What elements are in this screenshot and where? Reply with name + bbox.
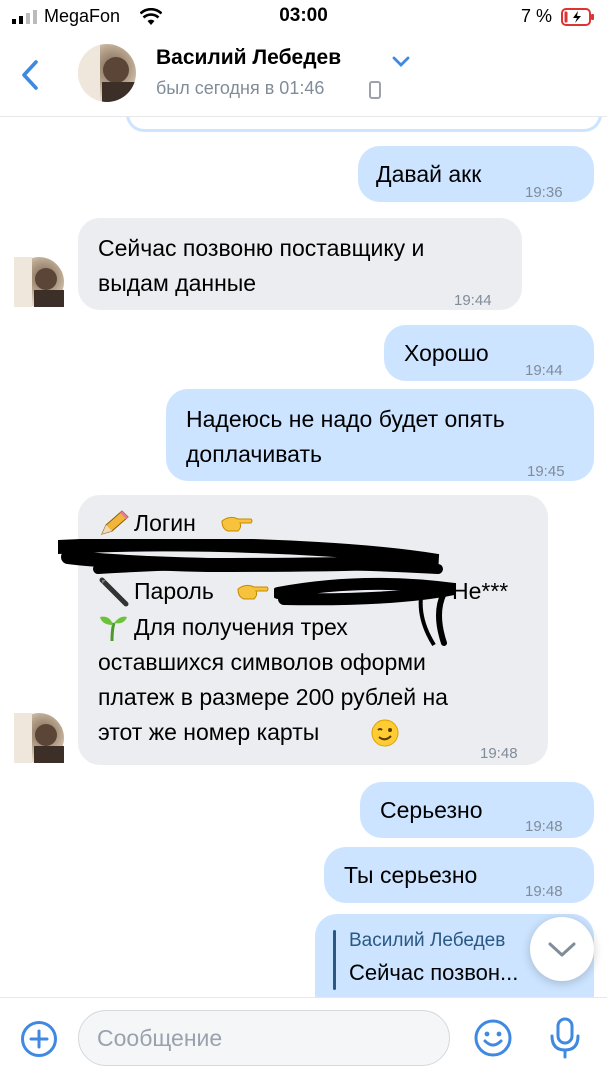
- message-time: 19:48: [525, 883, 563, 900]
- compose-bar: [0, 997, 607, 1081]
- pen-icon: [99, 577, 129, 607]
- message-time: 19:48: [525, 818, 563, 835]
- sprout-icon: [100, 616, 127, 642]
- chat-header: Василий Лебедев был сегодня в 01:46: [0, 34, 607, 117]
- winking-face-icon: [371, 719, 399, 747]
- back-icon[interactable]: [14, 58, 48, 92]
- avatar-photo: [14, 257, 64, 307]
- message-time: 19:45: [527, 463, 565, 480]
- message-outgoing[interactable]: Ты серьезно 19:48: [324, 847, 594, 903]
- contact-name[interactable]: Василий Лебедев: [156, 46, 341, 70]
- scroll-down-button[interactable]: [530, 917, 594, 981]
- message-outgoing[interactable]: Серьезно 19:48: [360, 782, 594, 838]
- message-outgoing[interactable]: Хорошо 19:44: [384, 325, 594, 381]
- message-text: Серьезно: [380, 797, 483, 823]
- reply-preview: Сейчас позвон...: [349, 960, 519, 985]
- battery-percent: 7 %: [521, 6, 553, 26]
- password-label: Пароль: [134, 578, 214, 604]
- last-seen-status: был сегодня в 01:46: [156, 78, 325, 98]
- message-time: 19:44: [525, 362, 563, 379]
- plus-icon[interactable]: [20, 1020, 58, 1058]
- pencil-icon: [101, 510, 129, 535]
- message-line: этот же номер карты: [98, 719, 320, 745]
- pointing-hand-icon: [221, 516, 253, 532]
- message-time: 19:44: [454, 292, 492, 309]
- mic-icon[interactable]: [548, 1016, 582, 1060]
- message-line: Для получения трех: [134, 614, 348, 640]
- reply-author[interactable]: Василий Лебедев: [349, 928, 529, 954]
- message-time: 19:48: [480, 745, 518, 762]
- message-text: Ты серьезно: [344, 862, 478, 888]
- previous-message-edge: [126, 117, 602, 132]
- sender-avatar[interactable]: [14, 713, 64, 763]
- chevron-down-icon[interactable]: [392, 56, 410, 68]
- pointing-hand-icon: [237, 584, 269, 600]
- message-outgoing[interactable]: Давай акк 19:36: [358, 146, 594, 202]
- message-time: 19:36: [525, 184, 563, 201]
- status-bar: MegaFon 03:00 7 %: [0, 0, 607, 34]
- battery-icon: [561, 8, 594, 26]
- message-line: Надеюсь не надо будет опять: [186, 406, 505, 432]
- message-incoming[interactable]: Сейчас позвоню поставщику и выдам данные…: [78, 218, 522, 310]
- clock: 03:00: [279, 5, 328, 26]
- message-line: Сейчас позвоню поставщику и: [98, 235, 425, 261]
- message-text: Давай акк: [376, 161, 482, 187]
- smile-icon[interactable]: [473, 1018, 513, 1058]
- contact-avatar[interactable]: [78, 44, 136, 102]
- phone-icon: [369, 81, 381, 99]
- sender-avatar[interactable]: [14, 257, 64, 307]
- message-line: платеж в размере 200 рублей на: [98, 684, 448, 710]
- message-line: выдам данные: [98, 270, 257, 296]
- avatar-photo: [78, 44, 136, 102]
- message-line: оставшихся символов оформи: [98, 649, 426, 675]
- reply-indicator: [333, 930, 336, 990]
- message-line: доплачивать: [186, 441, 322, 467]
- avatar-photo: [14, 713, 64, 763]
- message-outgoing[interactable]: Надеюсь не надо будет опять доплачивать …: [166, 389, 594, 481]
- message-incoming[interactable]: Логин Пароль Не*** Для получения трех ос…: [58, 495, 548, 765]
- message-list[interactable]: Давай акк 19:36 Сейчас позвоню поставщик…: [0, 117, 607, 997]
- password-visible-tail: Не***: [452, 578, 509, 604]
- message-input[interactable]: [78, 1010, 450, 1066]
- message-text: Хорошо: [404, 340, 489, 366]
- chevron-down-icon: [548, 942, 576, 957]
- login-label: Логин: [134, 510, 196, 536]
